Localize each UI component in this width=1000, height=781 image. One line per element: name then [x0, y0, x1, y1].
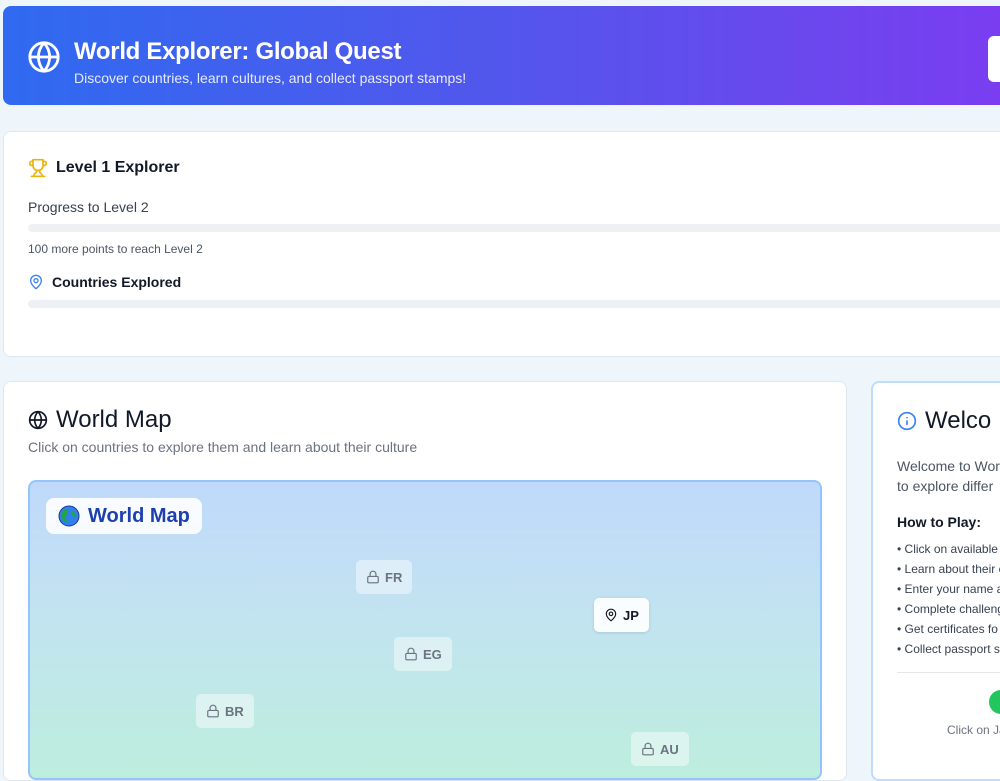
list-item: • Get certificates fo [897, 622, 998, 636]
welcome-card: Welco Welcome to Wor to explore differ H… [871, 381, 1000, 781]
how-to-play-list: • Click on available • Learn about their… [897, 541, 1000, 661]
lock-icon [642, 742, 654, 756]
country-code: FR [385, 569, 403, 585]
country-code: BR [225, 703, 244, 719]
globe-icon [28, 410, 48, 430]
world-map: World Map FR JP EG BR AU [28, 480, 822, 780]
lock-icon [207, 704, 219, 718]
list-item: • Collect passport s [897, 642, 1000, 656]
list-item: • Click on available [897, 542, 998, 556]
map-badge: World Map [46, 498, 202, 534]
click-hint: Click on Ja [947, 723, 1000, 737]
list-item: • Learn about their c [897, 562, 1000, 576]
map-description: Click on countries to explore them and l… [28, 439, 418, 455]
country-marker-fr[interactable]: FR [356, 560, 413, 594]
lock-icon [405, 647, 417, 661]
lock-icon [367, 570, 379, 584]
list-item: • Enter your name a [897, 582, 1000, 596]
map-title: World Map [56, 406, 172, 433]
countries-row: Countries Explored [28, 274, 181, 290]
country-marker-br[interactable]: BR [196, 694, 254, 728]
map-badge-label: World Map [88, 504, 190, 527]
country-marker-au[interactable]: AU [631, 732, 689, 766]
app-subtitle: Discover countries, learn cultures, and … [74, 70, 467, 86]
map-pin-icon [30, 274, 42, 290]
level-row: Level 1 Explorer [28, 158, 180, 178]
list-item: • Complete challeng [897, 602, 1000, 616]
welcome-text-line-1: Welcome to Wor [897, 458, 1000, 474]
app-title: World Explorer: Global Quest [74, 38, 402, 65]
level-progress-bar [28, 224, 1000, 232]
level-progress-label: Progress to Level 2 [28, 199, 149, 215]
country-marker-jp[interactable]: JP [594, 598, 649, 632]
points-hint: 100 more points to reach Level 2 [28, 242, 203, 256]
earth-globe-icon [58, 505, 80, 527]
countries-explored-label: Countries Explored [52, 274, 182, 290]
map-header: World Map [28, 406, 172, 434]
world-map-card: World Map Click on countries to explore … [3, 381, 847, 781]
country-code: EG [423, 646, 442, 662]
welcome-text-line-2: to explore differ [897, 478, 994, 494]
welcome-title: Welco [925, 407, 992, 434]
map-pin-icon [605, 608, 617, 622]
countries-progress-bar [28, 300, 1000, 308]
globe-icon [28, 41, 60, 73]
trophy-icon [28, 158, 48, 178]
country-marker-eg[interactable]: EG [394, 637, 452, 671]
app-header: World Explorer: Global Quest Discover co… [3, 6, 1000, 105]
info-icon [897, 411, 917, 431]
level-title: Level 1 Explorer [56, 159, 180, 176]
country-code: JP [623, 607, 639, 623]
status-indicator [989, 690, 1000, 714]
divider [897, 672, 1000, 673]
country-code: AU [660, 741, 679, 757]
welcome-header: Welco [897, 407, 991, 435]
how-to-play-heading: How to Play: [897, 514, 982, 530]
progress-card: Level 1 Explorer Progress to Level 2 100… [3, 131, 1000, 357]
header-action-button[interactable] [988, 36, 1000, 82]
